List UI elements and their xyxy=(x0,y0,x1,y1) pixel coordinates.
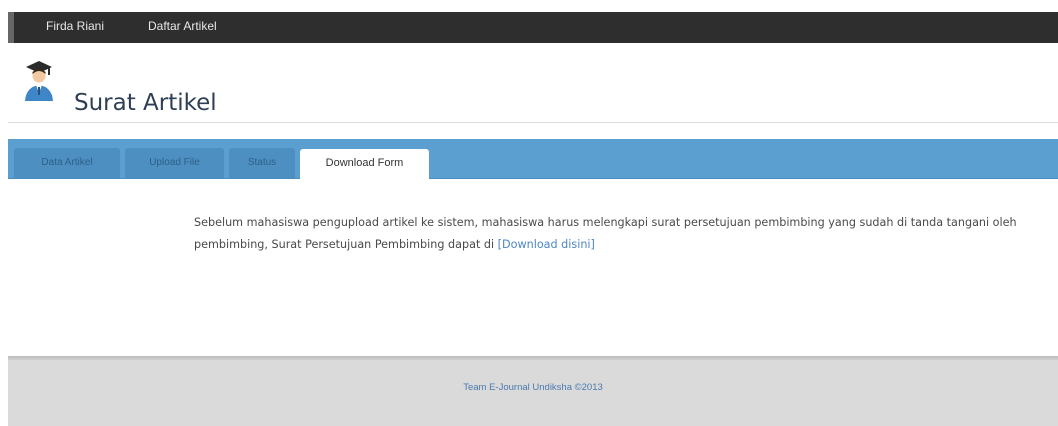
footer: Team E-Journal Undiksha ©2013 xyxy=(8,360,1058,426)
graduate-user-icon xyxy=(25,61,53,101)
tab-upload-file[interactable]: Upload File xyxy=(125,148,224,178)
tab-bar: Data Artikel Upload File Status Download… xyxy=(8,139,1058,179)
page-header: Surat Artikel xyxy=(8,43,1058,123)
description-text-after: dapat di xyxy=(444,238,498,251)
header-divider xyxy=(8,122,1058,123)
page-title: Surat Artikel xyxy=(74,90,217,116)
navbar-edge xyxy=(8,12,14,43)
download-link[interactable]: [Download disini] xyxy=(498,238,595,251)
tab-download-form[interactable]: Download Form xyxy=(300,149,429,179)
nav-link-user[interactable]: Firda Riani xyxy=(46,19,104,33)
nav-link-daftar-artikel[interactable]: Daftar Artikel xyxy=(148,19,217,33)
tab-data-artikel[interactable]: Data Artikel xyxy=(14,148,120,178)
footer-copyright: Team E-Journal Undiksha ©2013 xyxy=(463,382,603,393)
description-bold: Surat Persetujuan Pembimbing xyxy=(271,238,445,251)
top-navbar: Firda Riani Daftar Artikel xyxy=(8,12,1058,43)
tab-status[interactable]: Status xyxy=(229,148,295,178)
download-form-description: Sebelum mahasiswa pengupload artikel ke … xyxy=(194,212,1034,256)
